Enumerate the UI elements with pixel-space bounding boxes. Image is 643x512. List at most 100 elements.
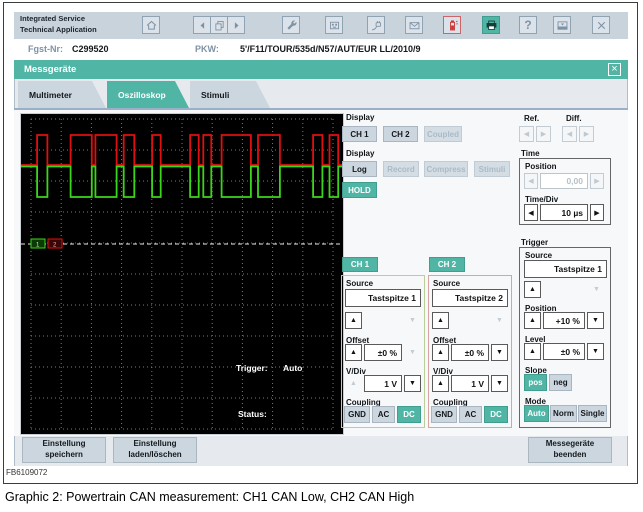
- connection-button[interactable]: [367, 16, 385, 34]
- right-arrow-icon: ▶: [583, 131, 590, 138]
- display-log-button[interactable]: Log: [342, 161, 377, 177]
- ch2-dc-button[interactable]: DC: [484, 406, 508, 423]
- up-arrow-icon: ▲: [529, 348, 536, 355]
- button-label: beenden: [553, 450, 587, 459]
- ch1-header-button[interactable]: CH 1: [342, 257, 378, 272]
- close-app-button[interactable]: [592, 16, 610, 34]
- connector-icon: [370, 19, 383, 32]
- trigger-source-value[interactable]: Tastspitze 1: [524, 260, 607, 278]
- messages-button[interactable]: [405, 16, 423, 34]
- app-window: Integrated Service Technical Application…: [0, 0, 643, 512]
- right-arrow-icon: ▶: [540, 131, 547, 138]
- trigger-source-up-button[interactable]: ▲: [524, 281, 541, 298]
- up-arrow-icon: ▲: [350, 380, 357, 387]
- documents-button[interactable]: [210, 16, 228, 34]
- button-label: Record: [387, 164, 415, 174]
- left-arrow-icon: ◀: [566, 131, 573, 138]
- measuring-devices-button[interactable]: [325, 16, 343, 34]
- ch1-ac-button[interactable]: AC: [372, 406, 395, 423]
- right-arrow-icon: ▶: [594, 209, 600, 217]
- dialog-close-button[interactable]: ×: [608, 63, 621, 76]
- down-arrow-icon: ▼: [496, 317, 503, 324]
- trigger-source-label: Source: [525, 251, 553, 260]
- home-button[interactable]: [142, 16, 160, 34]
- timediv-value: 10 µs: [540, 204, 588, 221]
- display-ch2-button[interactable]: CH 2: [383, 126, 418, 142]
- ch2-source-up-button[interactable]: ▲: [432, 312, 449, 329]
- trigger-level-value: ±0 %: [543, 343, 585, 360]
- ch2-vdiv-up-button[interactable]: ▲: [432, 375, 449, 392]
- down-arrow-icon: ▼: [592, 317, 599, 324]
- ch1-offset-down-button: ▼: [404, 344, 421, 361]
- trigger-level-up-button[interactable]: ▲: [524, 343, 541, 360]
- tab-stimuli[interactable]: Stimuli: [190, 81, 270, 108]
- minimize-window-button[interactable]: [553, 16, 571, 34]
- button-label: AC: [377, 410, 390, 419]
- scope-channel-marker-2: 2: [47, 238, 63, 249]
- down-arrow-icon: ▼: [593, 286, 600, 293]
- mail-icon: [408, 19, 421, 32]
- caption: Graphic 2: Powertrain CAN measurement: C…: [5, 490, 415, 504]
- up-arrow-icon: ▲: [437, 380, 444, 387]
- dialog-title-bar: Messgeräte ×: [14, 60, 628, 79]
- back-arrow-icon: [196, 19, 209, 32]
- ch2-gnd-button[interactable]: GND: [431, 406, 457, 423]
- display-ch1-button[interactable]: CH 1: [342, 126, 377, 142]
- display-label-1: Display: [346, 113, 375, 122]
- ch1-gnd-button[interactable]: GND: [344, 406, 370, 423]
- ch1-source-up-button[interactable]: ▲: [345, 312, 362, 329]
- tab-oszilloskop[interactable]: Oszilloskop: [107, 81, 189, 108]
- ch2-offset-up-button[interactable]: ▲: [432, 344, 449, 361]
- mode-single-button[interactable]: Single: [578, 405, 607, 422]
- ch2-ac-button[interactable]: AC: [459, 406, 482, 423]
- ch2-offset-down-button[interactable]: ▼: [491, 344, 508, 361]
- button-label: pos: [528, 378, 543, 387]
- ch1-source-value[interactable]: Tastspitze 1: [345, 289, 421, 307]
- service-functions-button[interactable]: [282, 16, 300, 34]
- back-button[interactable]: [193, 16, 211, 34]
- fgst-label: Fgst-Nr:: [28, 44, 63, 54]
- ch2-header-button[interactable]: CH 2: [429, 257, 465, 272]
- ch1-vdiv-value: 1 V: [364, 375, 402, 392]
- button-label: Auto: [527, 409, 546, 418]
- trigger-level-down-button[interactable]: ▼: [587, 343, 604, 360]
- scope-status-label: Status:: [238, 409, 267, 419]
- down-arrow-icon: ▼: [409, 317, 416, 324]
- timediv-decrease-button[interactable]: ◀: [524, 204, 538, 221]
- print-button[interactable]: [482, 16, 500, 34]
- ch1-source-label: Source: [346, 279, 374, 288]
- timediv-increase-button[interactable]: ▶: [590, 204, 604, 221]
- trigger-position-up-button[interactable]: ▲: [524, 312, 541, 329]
- tab-multimeter[interactable]: Multimeter: [18, 81, 106, 108]
- trigger-position-down-button[interactable]: ▼: [587, 312, 604, 329]
- up-arrow-icon: ▲: [529, 317, 536, 324]
- hold-button[interactable]: HOLD: [342, 182, 377, 198]
- ch1-vdiv-down-button[interactable]: ▼: [404, 375, 421, 392]
- ch1-offset-up-button[interactable]: ▲: [345, 344, 362, 361]
- slope-pos-button[interactable]: pos: [524, 374, 547, 391]
- left-arrow-icon: ◀: [528, 178, 534, 185]
- forward-arrow-icon: [230, 19, 243, 32]
- slope-neg-button[interactable]: neg: [549, 374, 572, 391]
- battery-status-button[interactable]: [443, 16, 461, 34]
- ch1-dc-button[interactable]: DC: [397, 406, 421, 423]
- end-measuring-devices-button[interactable]: Messegeräte beenden: [528, 437, 612, 463]
- mode-norm-button[interactable]: Norm: [550, 405, 577, 422]
- ch2-source-value[interactable]: Tastspitze 2: [432, 289, 508, 307]
- button-label: Stimuli: [478, 164, 506, 174]
- fgst-value: C299520: [72, 44, 109, 54]
- mode-auto-button[interactable]: Auto: [524, 405, 549, 422]
- ch2-source-down-button: ▼: [491, 312, 508, 329]
- load-delete-settings-button[interactable]: Einstellung laden/löschen: [113, 437, 197, 463]
- save-settings-button[interactable]: Einstellung speichern: [22, 437, 106, 463]
- ch2-vdiv-down-button[interactable]: ▼: [491, 375, 508, 392]
- forward-button[interactable]: [227, 16, 245, 34]
- battery-icon: [446, 19, 459, 32]
- figure-id: FB6109072: [6, 468, 48, 477]
- help-button[interactable]: ?: [519, 16, 537, 34]
- down-arrow-icon: ▼: [409, 380, 416, 387]
- pkw-value: 5'/F11/TOUR/535d/N57/AUT/EUR LL/2010/9: [240, 44, 421, 54]
- scope-canvas: 12: [21, 118, 343, 430]
- ref-label: Ref.: [524, 114, 540, 123]
- wrench-icon: [285, 19, 298, 32]
